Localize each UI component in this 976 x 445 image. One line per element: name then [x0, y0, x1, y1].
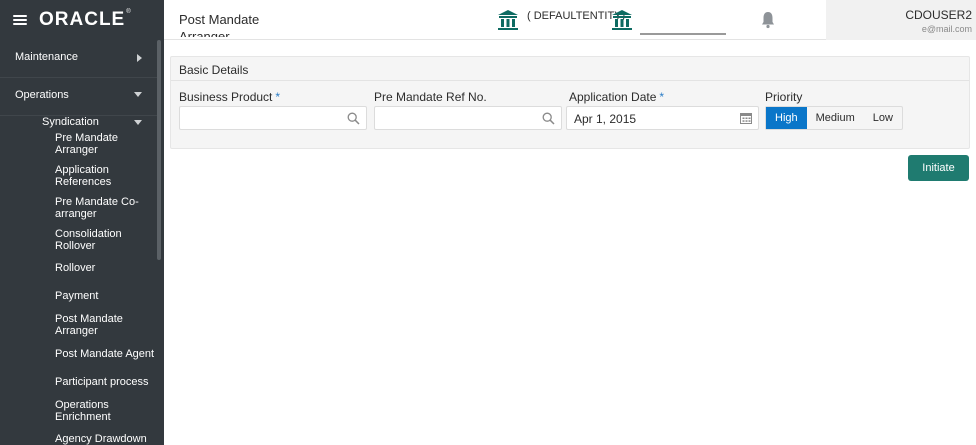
oracle-logo: ORACLE® [39, 9, 132, 30]
priority-high-button[interactable]: High [766, 107, 807, 129]
priority-low-button[interactable]: Low [864, 107, 902, 129]
sidebar-item-consolidation-rollover[interactable]: Consolidation Rollover [55, 228, 155, 252]
sidebar-scrollbar[interactable] [157, 40, 161, 260]
search-icon[interactable] [347, 112, 360, 125]
hamburger-menu-icon[interactable] [13, 15, 27, 25]
section-title: Basic Details [179, 63, 249, 77]
sidebar-item-post-mandate-agent[interactable]: Post Mandate Agent [55, 348, 164, 360]
priority-label: Priority [765, 90, 803, 104]
initiate-button[interactable]: Initiate [908, 155, 969, 181]
sidebar-item-rollover[interactable]: Rollover [55, 262, 155, 274]
sidebar-item-agency-drawdown[interactable]: Agency Drawdown [55, 433, 155, 445]
business-product-label: Business Product * [179, 90, 281, 104]
sidebar-item-payment[interactable]: Payment [55, 290, 155, 302]
user-email: e@mail.com [921, 24, 972, 34]
user-menu[interactable]: CDOUSER2 e@mail.com [826, 0, 976, 40]
sidebar-item-operations[interactable]: Operations [0, 78, 157, 116]
sidebar-nav: Maintenance Operations Syndication Pre M… [0, 40, 164, 445]
priority-toggle-group: High Medium Low [765, 106, 903, 130]
user-name: CDOUSER2 [905, 8, 972, 22]
page-title: Post Mandate Arranger [179, 12, 260, 37]
sidebar-item-label: Maintenance [15, 51, 78, 63]
business-product-input[interactable] [179, 106, 367, 130]
sidebar-item-pre-mandate-arranger[interactable]: Pre Mandate Arranger [55, 132, 155, 156]
app-header: ORACLE® Post Mandate Arranger ( DEFAULTE… [0, 0, 976, 40]
bank-icon[interactable] [497, 9, 519, 31]
sidebar-item-pre-mandate-co-arranger[interactable]: Pre Mandate Co-arranger [55, 196, 155, 220]
chevron-down-icon [134, 120, 142, 125]
application-date-input[interactable]: Apr 1, 2015 [566, 106, 759, 130]
sidebar-item-maintenance[interactable]: Maintenance [0, 40, 157, 78]
sidebar-item-operations-enrichment[interactable]: Operations Enrichment [55, 399, 155, 423]
sidebar-item-post-mandate-arranger[interactable]: Post Mandate Arranger [55, 313, 155, 337]
chevron-down-icon [134, 92, 142, 97]
notification-bell-icon[interactable] [761, 11, 775, 29]
required-mark: * [659, 90, 665, 104]
logo-block: ORACLE® [0, 0, 164, 40]
search-icon[interactable] [542, 112, 555, 125]
branch-date-text-clipped [640, 30, 730, 36]
bank-icon[interactable] [611, 9, 633, 31]
pre-mandate-ref-input[interactable] [374, 106, 562, 130]
sidebar-item-application-references[interactable]: Application References [55, 164, 155, 188]
chevron-right-icon [137, 54, 142, 62]
sidebar-item-label: Syndication [42, 116, 99, 128]
required-mark: * [275, 90, 281, 104]
panel-header: Basic Details [171, 57, 969, 81]
basic-details-panel: Basic Details Business Product * Pre Mand… [170, 56, 970, 149]
application-date-label: Application Date * [569, 90, 665, 104]
priority-medium-button[interactable]: Medium [807, 107, 864, 129]
calendar-icon[interactable] [740, 112, 752, 124]
pre-mandate-ref-label: Pre Mandate Ref No. [374, 90, 487, 104]
sidebar-item-participant-process[interactable]: Participant process [55, 376, 155, 388]
sidebar-item-label: Operations [15, 89, 69, 101]
